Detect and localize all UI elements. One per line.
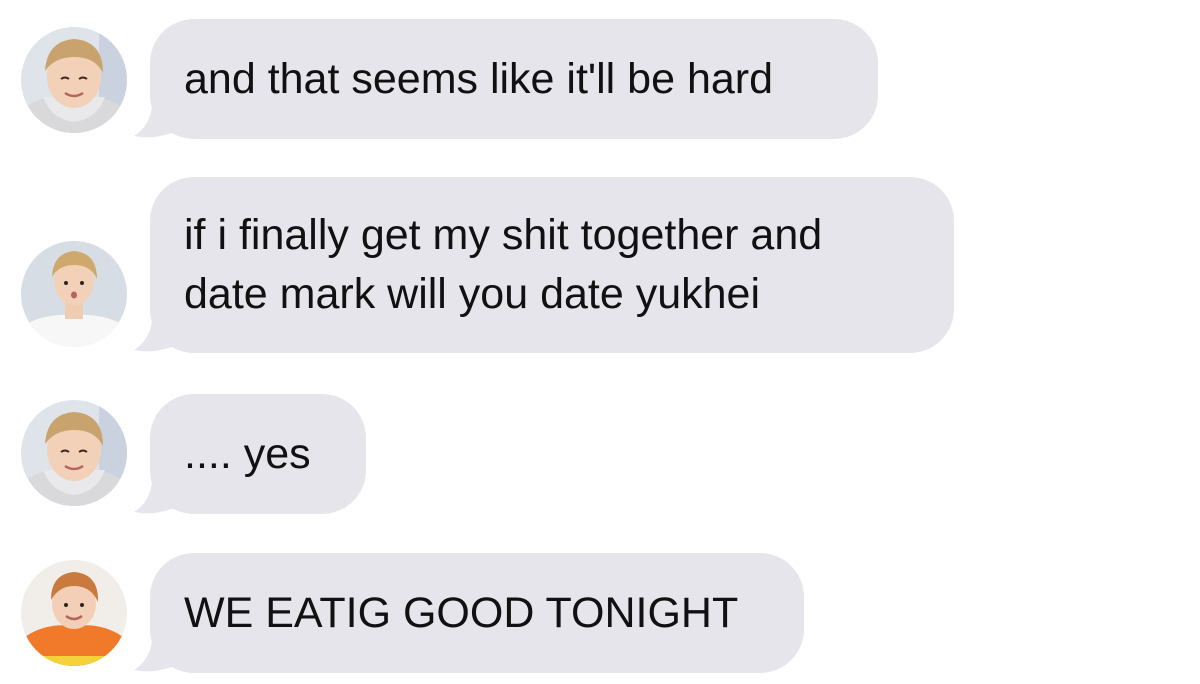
avatar[interactable] [21,400,127,506]
avatar[interactable] [21,560,127,666]
message-text: and that seems like it'll be hard [184,54,774,103]
message-text: if i finally get my shit together and [184,211,823,259]
avatar[interactable] [21,27,127,133]
avatar-orange-hoodie-icon [21,560,127,666]
message-bubble[interactable]: .... yes [150,394,366,514]
message-bubble[interactable]: if i finally get my shit together and da… [150,177,954,353]
message-text: WE EATIG GOOD TONIGHT [184,588,739,637]
message-text: date mark will you date yukhei [184,270,761,318]
avatar[interactable] [21,241,127,347]
message-bubble[interactable]: WE EATIG GOOD TONIGHT [150,553,804,673]
avatar-blond-hoodie-icon [21,400,127,506]
avatar-blond-hoodie-icon [21,27,127,133]
message-text: .... yes [184,429,311,478]
avatar-blond-white-shirt-icon [21,241,127,347]
message-bubble[interactable]: and that seems like it'll be hard [150,19,878,139]
